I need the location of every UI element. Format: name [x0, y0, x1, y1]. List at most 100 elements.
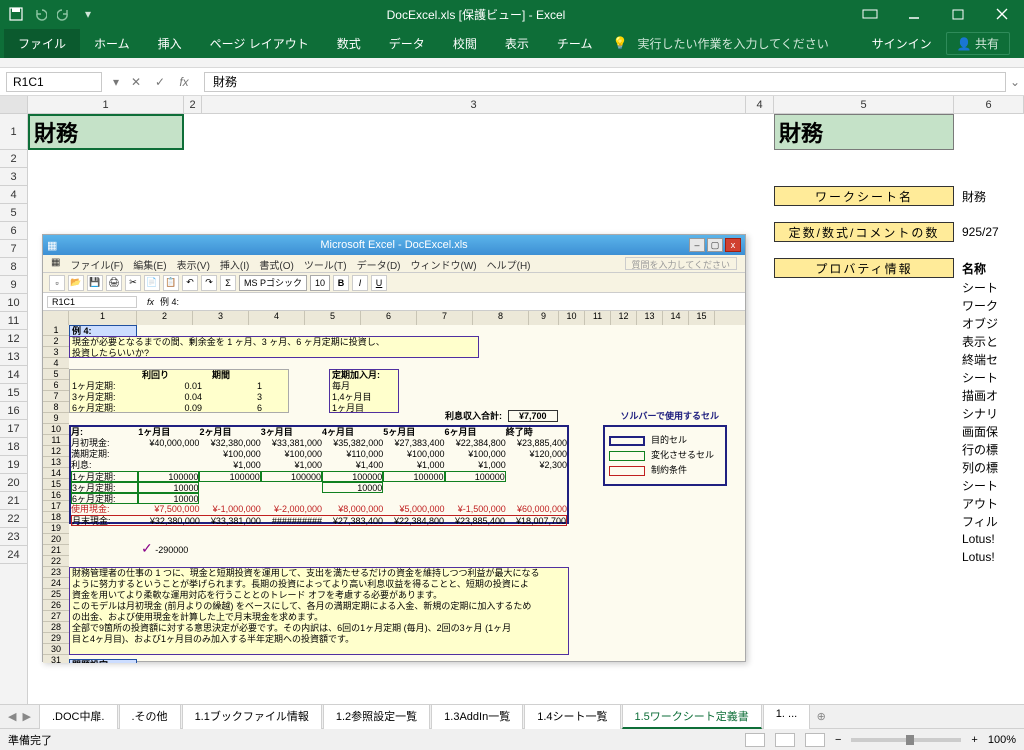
signin-button[interactable]: サインイン: [872, 35, 932, 52]
tab-view[interactable]: 表示: [491, 29, 543, 58]
col-header[interactable]: 1: [28, 96, 184, 113]
tab-team[interactable]: チーム: [543, 29, 607, 58]
list-item: シート: [958, 368, 998, 386]
data-cell: ¥8,000,000: [322, 504, 383, 515]
bold-icon: B: [333, 275, 349, 291]
ribbon-collapse-icon[interactable]: [848, 0, 892, 28]
tab-file[interactable]: ファイル: [4, 29, 80, 58]
value-property: 名称: [958, 258, 986, 278]
col-header[interactable]: 5: [774, 96, 954, 113]
zoom-out-icon[interactable]: −: [835, 734, 841, 746]
tell-me[interactable]: 実行したい作業を入力してください: [637, 35, 828, 52]
col-header[interactable]: 4: [746, 96, 774, 113]
data-cell: [506, 493, 567, 504]
data-cell: 6ヶ月定期:: [71, 493, 138, 504]
row-header[interactable]: 19: [0, 456, 27, 474]
row-header[interactable]: 2: [0, 150, 27, 168]
view-normal-icon[interactable]: [745, 733, 765, 747]
save-icon[interactable]: [8, 6, 24, 22]
row-header[interactable]: 11: [0, 312, 27, 330]
view-pagelayout-icon[interactable]: [775, 733, 795, 747]
row-header[interactable]: 18: [0, 438, 27, 456]
row-header[interactable]: 3: [0, 168, 27, 186]
sheet-tab[interactable]: 1.1ブックファイル情報: [182, 704, 322, 729]
data-cell: ¥33,381,000: [200, 516, 261, 525]
data-cell: ##########: [261, 516, 322, 525]
qat-dropdown-icon[interactable]: ▾: [80, 6, 96, 22]
row-header[interactable]: 5: [0, 204, 27, 222]
close-icon[interactable]: [980, 0, 1024, 28]
accept-formula-icon[interactable]: ✓: [148, 75, 172, 89]
sheet-tab[interactable]: .DOC中扉.: [39, 704, 118, 729]
row-header[interactable]: 4: [0, 186, 27, 204]
row-header[interactable]: 13: [0, 348, 27, 366]
sheet-tab[interactable]: 1.5ワークシート定義書: [622, 704, 762, 729]
list-item: 終端セ: [958, 350, 998, 368]
data-cell: [444, 493, 505, 504]
tab-data[interactable]: データ: [375, 29, 439, 58]
data-cell: 月初現金:: [71, 438, 138, 449]
tab-formulas[interactable]: 数式: [323, 29, 375, 58]
active-cell[interactable]: 財務: [28, 114, 184, 150]
tab-prev-icon[interactable]: ◀: [8, 710, 16, 723]
sheet-tab[interactable]: .その他: [119, 704, 181, 729]
value-worksheet-name: 財務: [958, 186, 986, 206]
namebox-dropdown-icon[interactable]: ▾: [108, 75, 124, 89]
redo-icon[interactable]: [56, 6, 72, 22]
row-header[interactable]: 14: [0, 366, 27, 384]
select-all-corner[interactable]: [0, 96, 28, 113]
tab-pagelayout[interactable]: ページ レイアウト: [196, 29, 323, 58]
undo-icon[interactable]: [32, 6, 48, 22]
row-header[interactable]: 8: [0, 258, 27, 276]
row-header[interactable]: 22: [0, 510, 27, 528]
row-header[interactable]: 15: [0, 384, 27, 402]
row-header[interactable]: 1: [0, 114, 27, 150]
emb-fx-icon: fx: [147, 297, 154, 307]
col-header[interactable]: 6: [954, 96, 1024, 113]
maximize-icon[interactable]: [936, 0, 980, 28]
sheet-tab[interactable]: 1. ...: [763, 704, 810, 729]
data-cell: 100000: [322, 471, 383, 482]
row-header[interactable]: 7: [0, 240, 27, 258]
row-header[interactable]: 17: [0, 420, 27, 438]
tab-home[interactable]: ホーム: [80, 29, 144, 58]
data-cell: ¥120,000: [506, 449, 567, 460]
cell[interactable]: 財務: [774, 114, 954, 150]
formula-expand-icon[interactable]: ⌄: [1006, 75, 1024, 89]
tab-review[interactable]: 校閲: [439, 29, 491, 58]
formula-input[interactable]: 財務: [204, 72, 1006, 92]
data-cell: ¥32,380,000: [199, 438, 260, 449]
tab-insert[interactable]: 挿入: [144, 29, 196, 58]
row-header[interactable]: 9: [0, 276, 27, 294]
zoom-level[interactable]: 100%: [988, 734, 1016, 746]
share-button[interactable]: 👤 共有: [946, 32, 1010, 55]
data-cell: 利息:: [71, 460, 138, 471]
row-header[interactable]: 12: [0, 330, 27, 348]
tab-next-icon[interactable]: ▶: [22, 710, 30, 723]
row-header[interactable]: 24: [0, 546, 27, 564]
data-cell: [261, 482, 322, 493]
col-header[interactable]: 2: [184, 96, 202, 113]
sheet-tab[interactable]: 1.3AddIn一覧: [431, 704, 523, 729]
emb-row-header: 10: [43, 424, 69, 435]
sheet-tab[interactable]: 1.4シート一覧: [524, 704, 620, 729]
row-header[interactable]: 6: [0, 222, 27, 240]
row-header[interactable]: 16: [0, 402, 27, 420]
view-pagebreak-icon[interactable]: [805, 733, 825, 747]
row-header[interactable]: 10: [0, 294, 27, 312]
sheet-tab[interactable]: 1.2参照設定一覧: [323, 704, 430, 729]
col-header[interactable]: 3: [202, 96, 746, 113]
save-icon: 💾: [87, 275, 103, 291]
sheet-tabs: ◀ ▶ .DOC中扉..その他1.1ブックファイル情報1.2参照設定一覧1.3A…: [0, 704, 1024, 728]
zoom-slider[interactable]: [851, 738, 961, 742]
row-header[interactable]: 20: [0, 474, 27, 492]
fx-icon[interactable]: fx: [172, 75, 196, 89]
row-header[interactable]: 23: [0, 528, 27, 546]
row-header[interactable]: 21: [0, 492, 27, 510]
cell-grid[interactable]: 財務 財務 ワークシート名 財務 定数/数式/コメントの数 925/27 プロバ…: [28, 114, 1024, 704]
add-sheet-icon[interactable]: ⊕: [811, 710, 831, 723]
zoom-in-icon[interactable]: +: [971, 734, 977, 746]
minimize-icon[interactable]: [892, 0, 936, 28]
cancel-formula-icon[interactable]: ✕: [124, 75, 148, 89]
name-box[interactable]: R1C1: [6, 72, 102, 92]
